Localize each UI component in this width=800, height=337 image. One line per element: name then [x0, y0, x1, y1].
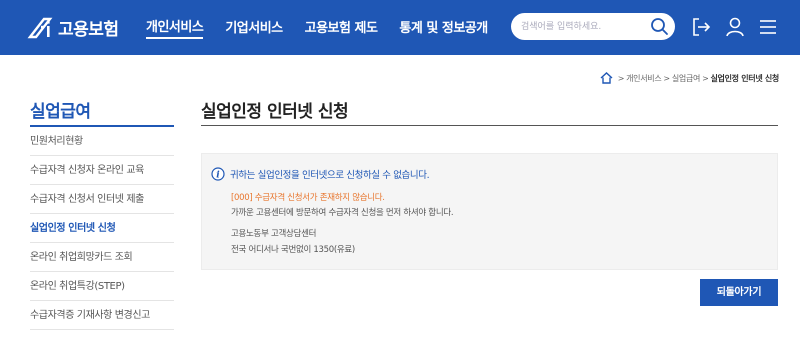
sidebar-item-complaint-status[interactable]: 민원처리현황: [30, 127, 174, 156]
top-header: 고용보험 개인서비스 기업서비스 고용보험 제도 통계 및 정보공개: [0, 0, 800, 55]
menu-icon[interactable]: [757, 16, 779, 38]
login-icon[interactable]: [690, 16, 712, 38]
main-nav: 개인서비스 기업서비스 고용보험 제도 통계 및 정보공개: [146, 0, 510, 55]
sidebar: 실업급여 민원처리현황 수급자격 신청자 온라인 교육 수급자격 신청서 인터넷…: [30, 97, 174, 330]
search-icon[interactable]: [650, 17, 669, 36]
nav-business-services[interactable]: 기업서비스: [225, 17, 283, 38]
chevron-right-icon: >: [702, 73, 709, 83]
logo[interactable]: 고용보험: [26, 13, 119, 41]
nav-statistics[interactable]: 통계 및 정보공개: [399, 17, 488, 38]
contact-center-name: 고용노동부 고객상담센터: [231, 229, 317, 239]
chevron-right-icon: >: [617, 73, 625, 83]
contact-phone: 전국 어디서나 국번없이 1350(유료): [231, 245, 355, 255]
error-message: [000] 수급자격 신청서가 존재하지 않습니다.: [231, 193, 385, 203]
chevron-right-icon: >: [663, 73, 670, 83]
guide-message: 가까운 고용센터에 방문하여 수급자격 신청을 먼저 하셔야 합니다.: [231, 208, 454, 218]
breadcrumb: > 개인서비스 > 실업급여 > 실업인정 인터넷 신청: [600, 72, 779, 84]
back-button[interactable]: 되돌아가기: [700, 279, 778, 306]
home-icon[interactable]: [600, 72, 613, 84]
logo-mark-icon: [27, 17, 53, 39]
logo-text: 고용보험: [58, 19, 119, 40]
notice-heading-text: 귀하는 실업인정을 인터넷으로 신청하실 수 없습니다.: [230, 170, 430, 181]
breadcrumb-current: 실업인정 인터넷 신청: [710, 73, 779, 83]
search-input[interactable]: [521, 13, 641, 40]
svg-text:i: i: [216, 171, 220, 181]
sidebar-item-change-report[interactable]: 수급자격증 기재사항 변경신고: [30, 301, 174, 330]
sidebar-title: 실업급여: [30, 97, 174, 127]
nav-personal-services[interactable]: 개인서비스: [146, 16, 204, 39]
sidebar-item-application-submit[interactable]: 수급자격 신청서 인터넷 제출: [30, 185, 174, 214]
search-box: [511, 13, 675, 40]
nav-insurance-system[interactable]: 고용보험 제도: [305, 17, 378, 38]
sidebar-item-online-education[interactable]: 수급자격 신청자 온라인 교육: [30, 156, 174, 185]
notice-box: i 귀하는 실업인정을 인터넷으로 신청하실 수 없습니다. [000] 수급자…: [201, 153, 778, 270]
notice-heading: i 귀하는 실업인정을 인터넷으로 신청하실 수 없습니다.: [211, 167, 430, 181]
user-icon[interactable]: [724, 16, 746, 38]
page-title: 실업인정 인터넷 신청: [201, 102, 349, 122]
sidebar-item-step-lecture[interactable]: 온라인 취업특강(STEP): [30, 272, 174, 301]
info-icon: i: [211, 167, 225, 181]
breadcrumb-item[interactable]: 개인서비스: [626, 73, 662, 84]
title-divider: [201, 125, 778, 126]
sidebar-item-job-card[interactable]: 온라인 취업희망카드 조회: [30, 243, 174, 272]
breadcrumb-item[interactable]: 실업급여: [672, 73, 701, 84]
sidebar-item-unemployment-recognition[interactable]: 실업인정 인터넷 신청: [30, 214, 174, 243]
